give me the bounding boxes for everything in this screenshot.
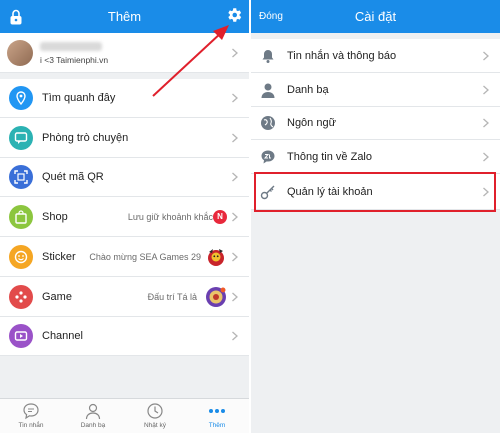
gamepad-icon (9, 284, 33, 309)
chevron-right-icon (232, 93, 238, 103)
chevron-right-icon (232, 212, 238, 221)
chevron-right-icon (232, 172, 238, 182)
more-dots-icon (209, 409, 225, 413)
globe-icon (261, 116, 275, 130)
avatar (7, 40, 33, 66)
settings-item-label: Tin nhắn và thông báo (287, 49, 397, 62)
settings-item-language[interactable]: Ngôn ngữ (251, 107, 500, 140)
map-pin-icon (9, 86, 33, 110)
bell-icon (262, 49, 274, 63)
settings-item-contacts[interactable]: Danh bạ (251, 73, 500, 107)
channel-icon (9, 324, 33, 348)
tab-label: Nhật ký (143, 422, 167, 429)
tab-messages[interactable]: Tin nhắn (0, 399, 62, 433)
menu-item-sticker[interactable]: Sticker Chào mừng SEA Games 29 (0, 237, 249, 277)
message-icon (23, 403, 39, 420)
tab-timeline[interactable]: Nhật ký (124, 399, 186, 433)
menu-item-shop[interactable]: Shop Lưu giữ khoảnh khắc N (0, 197, 249, 237)
chevron-right-icon (232, 252, 238, 261)
chevron-right-icon (483, 118, 489, 128)
more-panel: Thêm i <3 Taimienphi.vn Tìm quanh đây Ph… (0, 0, 249, 433)
gear-icon[interactable] (225, 6, 243, 24)
profile-row[interactable]: i <3 Taimienphi.vn (0, 33, 249, 73)
menu-item-channel[interactable]: Channel (0, 317, 249, 356)
chat-room-icon (9, 125, 33, 150)
shop-bag-icon (9, 204, 33, 229)
settings-item-label: Ngôn ngữ (287, 117, 336, 129)
profile-status: i <3 Taimienphi.vn (40, 55, 109, 65)
menu-item-label: Tìm quanh đây (42, 92, 116, 104)
menu-item-label: Quét mã QR (42, 171, 104, 183)
settings-item-label: Danh bạ (287, 83, 329, 96)
game-thumbnail-icon (206, 286, 226, 307)
menu-item-game[interactable]: Game Đấu trí Tá lả (0, 277, 249, 317)
chevron-right-icon (483, 51, 489, 60)
menu-item-label: Channel (42, 330, 83, 342)
more-header: Thêm (0, 0, 249, 33)
menu-item-qr-scan[interactable]: Quét mã QR (0, 158, 249, 197)
menu-item-chat-rooms[interactable]: Phòng trò chuyện (0, 118, 249, 158)
chevron-right-icon (483, 152, 489, 161)
menu-item-subtext: Chào mừng SEA Games 29 (89, 251, 201, 262)
tab-more[interactable]: Thêm (186, 399, 248, 433)
settings-item-about-zalo[interactable]: Thông tin về Zalo (251, 140, 500, 174)
menu-item-subtext: Đấu trí Tá lả (147, 291, 197, 302)
contacts-icon (85, 403, 101, 420)
tab-label: Tin nhắn (18, 422, 44, 429)
menu-item-label: Sticker (42, 250, 76, 263)
settings-item-notifications[interactable]: Tin nhắn và thông báo (251, 39, 500, 73)
menu-item-label: Phòng trò chuyện (42, 131, 129, 144)
menu-item-subtext: Lưu giữ khoảnh khắc (127, 211, 213, 222)
menu-item-nearby[interactable]: Tìm quanh đây (0, 79, 249, 118)
menu-item-label: Shop (42, 210, 68, 223)
bottom-tab-bar: Tin nhắn Danh bạ Nhật ký Thêm (0, 398, 249, 433)
tab-label: Thêm (208, 422, 226, 429)
qr-scan-icon (9, 165, 33, 189)
sticker-mascot-icon (208, 248, 224, 266)
chevron-right-icon (232, 48, 238, 57)
menu-item-label: Game (42, 290, 72, 303)
page-title: Thêm (107, 9, 142, 24)
sticker-smile-icon (9, 244, 33, 269)
person-icon (261, 83, 275, 98)
chevron-right-icon (232, 331, 238, 341)
blurred-name (40, 42, 102, 51)
tab-contacts[interactable]: Danh bạ (62, 399, 124, 433)
new-badge: N (213, 209, 227, 224)
settings-panel: Đóng Cài đặt Tin nhắn và thông báo Danh … (251, 0, 500, 433)
settings-item-label: Thông tin về Zalo (287, 150, 372, 163)
chevron-right-icon (232, 133, 238, 142)
zalo-icon (261, 150, 275, 163)
page-title: Cài đặt (354, 9, 397, 24)
highlight-box (254, 172, 496, 212)
chevron-right-icon (232, 292, 238, 301)
clock-icon (147, 403, 163, 419)
settings-header: Đóng Cài đặt (251, 0, 500, 33)
tab-label: Danh bạ (80, 422, 106, 429)
chevron-right-icon (483, 85, 489, 94)
